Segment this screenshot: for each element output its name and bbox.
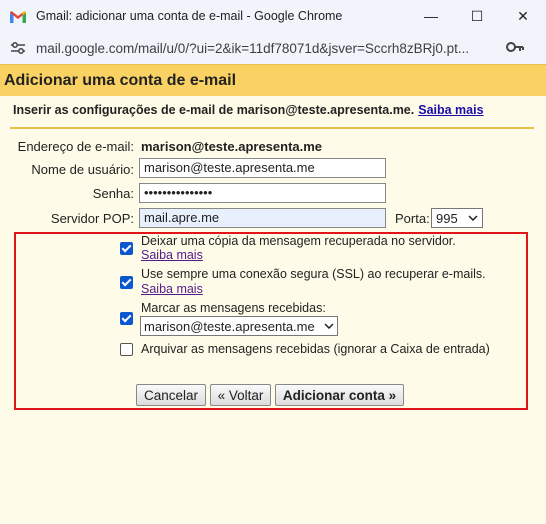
page-title: Adicionar uma conta de e-mail [4,72,237,89]
page-content: Adicionar uma conta de e-mail Inserir as… [0,64,546,524]
leave-copy-learn-more-link[interactable]: Saiba mais [141,248,203,262]
password-key-icon[interactable] [506,40,524,58]
address-bar[interactable]: mail.google.com/mail/u/0/?ui=2&ik=11df78… [0,32,546,64]
leave-copy-checkbox[interactable] [120,242,133,255]
ssl-label: Use sempre uma conexão segura (SSL) ao r… [141,267,486,281]
site-settings-icon[interactable] [10,41,26,55]
minimize-icon: — [424,8,438,24]
pop-server-label: Servidor POP: [50,211,134,226]
ssl-learn-more-link[interactable]: Saiba mais [141,282,203,296]
instruction-label: Inserir as configurações de e-mail de ma… [13,103,415,117]
email-label: Endereço de e-mail: [17,139,134,154]
leave-copy-label: Deixar uma cópia da mensagem recuperada … [141,234,456,248]
email-value: marison@teste.apresenta.me [141,139,323,154]
ssl-checkbox[interactable] [120,276,133,289]
username-input[interactable]: marison@teste.apresenta.me [139,158,386,178]
close-icon: ✕ [517,7,529,24]
archive-label: Arquivar as mensagens recebidas (ignorar… [141,342,490,356]
window-title: Gmail: adicionar uma conta de e-mail - G… [36,9,343,23]
divider [10,127,534,129]
close-button[interactable]: ✕ [500,0,546,32]
port-label: Porta: [395,211,430,226]
maximize-icon: ☐ [470,7,484,24]
url-text[interactable]: mail.google.com/mail/u/0/?ui=2&ik=11df78… [36,41,496,56]
password-label: Senha: [92,186,134,201]
password-input[interactable]: ••••••••••••••• [139,183,386,203]
gmail-logo-icon [10,10,26,23]
add-account-button[interactable]: Adicionar conta » [275,384,404,406]
back-button[interactable]: « Voltar [210,384,271,406]
archive-checkbox[interactable] [120,343,133,356]
label-select[interactable]: marison@teste.apresenta.me [140,316,338,336]
label-incoming-label: Marcar as mensagens recebidas: [141,301,326,315]
label-incoming-checkbox[interactable] [120,312,133,325]
username-label: Nome de usuário: [31,162,134,177]
label-select-value: marison@teste.apresenta.me [144,318,315,334]
chevron-down-icon [324,323,334,329]
port-value: 995 [436,210,458,226]
port-select[interactable]: 995 [431,208,483,228]
minimize-button[interactable]: — [408,0,454,32]
dialog-header: Adicionar uma conta de e-mail [0,65,546,96]
maximize-button[interactable]: ☐ [454,0,500,32]
chevron-down-icon [468,215,478,221]
cancel-button[interactable]: Cancelar [136,384,206,406]
learn-more-link[interactable]: Saiba mais [418,103,483,117]
instruction-text: Inserir as configurações de e-mail de ma… [13,103,484,117]
pop-server-input[interactable]: mail.apre.me [139,208,386,228]
